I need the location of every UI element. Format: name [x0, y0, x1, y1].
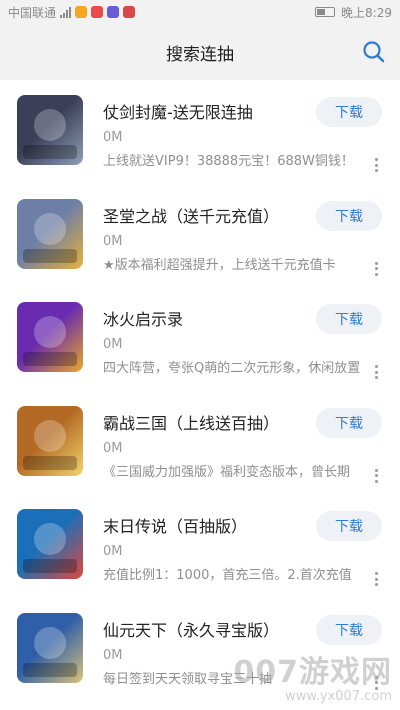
list-item[interactable]: 末日传说（百抽版） 0M 充值比例1：1000，首充三倍。2.首次充值 下载 — [0, 494, 400, 598]
download-button[interactable]: 下载 — [316, 511, 382, 541]
app-size: 0M — [103, 233, 123, 249]
game-art-icon — [23, 212, 77, 263]
watermark-logo: 007游戏网 — [233, 655, 392, 690]
signal-icon — [60, 6, 72, 18]
app-title[interactable]: 末日传说（百抽版） — [103, 513, 247, 537]
app-list: 仗剑封魔-送无限连抽 0M 上线就送VIP9！38888元宝！688W铜钱！ 下载 圣堂… — [0, 80, 400, 701]
app-icon[interactable] — [17, 95, 83, 165]
app-title[interactable]: 仙元天下（永久寻宝版） — [103, 617, 279, 641]
app-size: 0M — [103, 544, 123, 559]
app-description: ★版本福利超强提升，上线送千元充值卡 — [103, 257, 336, 273]
more-icon[interactable] — [372, 365, 380, 379]
app-icon[interactable] — [17, 302, 83, 372]
app-size: 0M — [103, 337, 123, 352]
app-description: 四大阵营，夸张Q萌的二次元形象，休闲放置 — [103, 361, 361, 376]
more-icon[interactable] — [372, 572, 380, 586]
watermark-url: www.yx007.com — [285, 689, 392, 704]
game-art-icon — [23, 316, 77, 366]
app-description: 《三国威力加强版》福利变态版本，曾长期 — [103, 464, 351, 480]
app-title[interactable]: 霸战三国（上线送百抽） — [103, 410, 279, 434]
list-item[interactable]: 仗剑封魔-送无限连抽 0M 上线就送VIP9！38888元宝！688W铜钱！ 下载 — [0, 80, 400, 184]
search-button[interactable] — [360, 38, 388, 66]
download-button[interactable]: 下载 — [316, 304, 382, 334]
app-size: 0M — [103, 130, 123, 145]
app-icon[interactable] — [17, 198, 83, 269]
app-title[interactable]: 冰火启示录 — [103, 306, 183, 330]
notification-icon — [107, 6, 120, 18]
clock: 晚上8:29 — [341, 5, 392, 20]
more-icon[interactable] — [372, 468, 380, 483]
list-item[interactable]: 圣堂之战（送千元充值） 0M ★版本福利超强提升，上线送千元充值卡 下载 — [0, 184, 400, 288]
search-icon — [363, 41, 385, 63]
app-title[interactable]: 圣堂之战（送千元充值） — [103, 203, 279, 227]
notification-icon — [75, 6, 88, 18]
app-description: 充值比例1：1000，首充三倍。2.首次充值 — [103, 568, 352, 583]
list-item[interactable]: 霸战三国（上线送百抽） 0M 《三国威力加强版》福利变态版本，曾长期 下载 — [0, 391, 400, 495]
download-button[interactable]: 下载 — [316, 200, 382, 231]
game-art-icon — [23, 419, 77, 470]
app-size: 0M — [103, 440, 123, 456]
battery-icon — [315, 7, 336, 17]
more-icon[interactable] — [372, 261, 380, 276]
page-title: 搜索连抽 — [166, 44, 234, 65]
list-item[interactable]: 冰火启示录 0M 四大阵营，夸张Q萌的二次元形象，休闲放置 下载 — [0, 287, 400, 391]
download-button[interactable]: 下载 — [316, 407, 382, 438]
watermark: 007游戏网 www.yx007.com — [233, 647, 392, 704]
app-size: 0M — [103, 647, 123, 663]
notification-icon — [123, 6, 136, 18]
game-art-icon — [23, 626, 77, 677]
app-icon[interactable] — [17, 612, 83, 683]
status-left: 中国联通 — [8, 4, 136, 21]
top-bar: 搜索连抽 — [0, 24, 400, 80]
download-button[interactable]: 下载 — [316, 97, 382, 127]
app-icon[interactable] — [17, 509, 83, 579]
status-bar: 中国联通 晚上8:29 — [0, 0, 400, 24]
status-right: 晚上8:29 — [315, 4, 392, 21]
game-art-icon — [23, 109, 77, 159]
carrier-label: 中国联通 — [8, 5, 57, 20]
more-icon[interactable] — [372, 158, 380, 172]
notification-icon — [91, 6, 104, 18]
download-button[interactable]: 下载 — [316, 614, 382, 645]
game-art-icon — [23, 523, 77, 573]
app-title[interactable]: 仗剑封魔-送无限连抽 — [103, 99, 253, 123]
app-description: 上线就送VIP9！38888元宝！688W铜钱！ — [103, 154, 354, 169]
app-icon[interactable] — [17, 405, 83, 476]
